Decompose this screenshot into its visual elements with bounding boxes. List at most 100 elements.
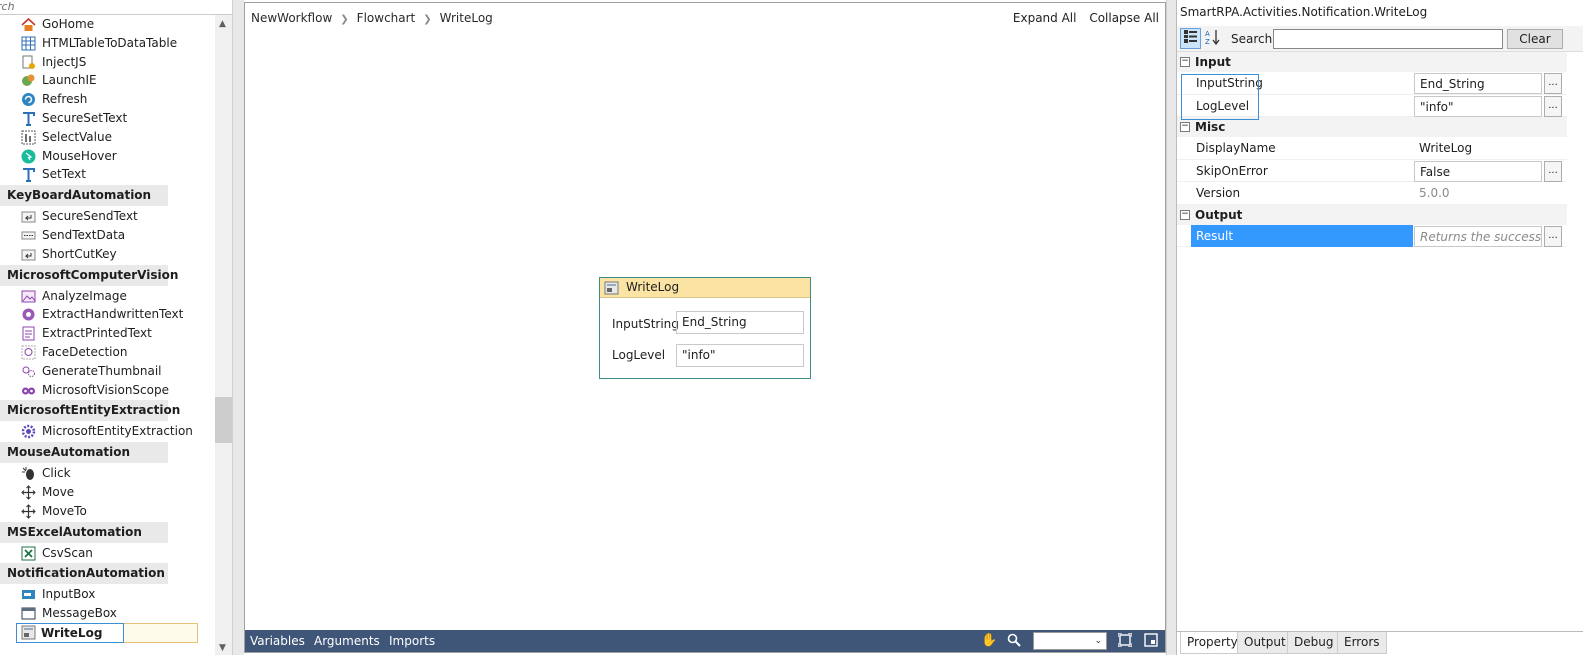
toolbox-item-gohome[interactable]: GoHome bbox=[0, 15, 215, 34]
toolbox-item-extracthandwrittentext[interactable]: ExtractHandwrittenText bbox=[0, 305, 215, 324]
clear-button[interactable]: Clear bbox=[1507, 29, 1563, 49]
collapse-toggle-icon[interactable]: − bbox=[1180, 57, 1190, 67]
toolbox-item-mousehover[interactable]: MouseHover bbox=[0, 147, 215, 166]
property-row-inputstring[interactable]: InputString End_String... bbox=[1177, 72, 1567, 95]
tab-property[interactable]: Property bbox=[1180, 632, 1245, 654]
property-name[interactable]: DisplayName bbox=[1191, 137, 1413, 160]
hover-pointer-icon bbox=[21, 149, 36, 164]
toolbox-category-mouseautomation[interactable]: MouseAutomation bbox=[0, 442, 168, 464]
toolbox-item-htmltabletodatatable[interactable]: HTMLTableToDataTable bbox=[0, 34, 215, 53]
toolbox-category-notificationautomation[interactable]: NotificationAutomation bbox=[0, 563, 168, 585]
toolbox-item-selectvalue[interactable]: SelectValue bbox=[0, 128, 215, 147]
toolbox-category-microsoftcomputervision[interactable]: MicrosoftComputerVision bbox=[0, 264, 178, 286]
scrollbar-thumb[interactable] bbox=[215, 397, 232, 443]
toolbox-item-microsoftentityextraction[interactable]: MicrosoftEntityExtraction bbox=[0, 422, 215, 441]
toolbox-item-label: SendTextData bbox=[42, 227, 126, 242]
toolbox-item-extractprintedtext[interactable]: ExtractPrintedText bbox=[0, 324, 215, 343]
scroll-down-arrow-icon[interactable]: ▼ bbox=[219, 643, 226, 653]
toolbox-item-move[interactable]: Move bbox=[0, 483, 215, 502]
toolbox-item-label: MouseHover bbox=[42, 148, 117, 163]
breadcrumb-item[interactable]: WriteLog bbox=[440, 11, 493, 25]
property-value-displayname[interactable]: WriteLog bbox=[1414, 138, 1542, 159]
toolbox-category-microsoftentityextraction[interactable]: MicrosoftEntityExtraction bbox=[0, 400, 180, 422]
toolbox-item-click[interactable]: Click bbox=[0, 464, 215, 483]
toolbox-item-label: Refresh bbox=[42, 92, 88, 107]
toolbox-category-keyboardautomation[interactable]: KeyBoardAutomation bbox=[0, 185, 168, 207]
property-name[interactable]: Version bbox=[1191, 182, 1413, 205]
toolbox-item-injectjs[interactable]: InjectJS bbox=[0, 53, 215, 72]
toolbox-item-securesettext[interactable]: SecureSetText bbox=[0, 109, 215, 128]
property-row-skiponerror[interactable]: SkipOnError False... bbox=[1177, 160, 1567, 183]
property-row-result[interactable]: ResultReturns the success sta... bbox=[1177, 224, 1567, 247]
toolbox-item-inputbox[interactable]: InputBox bbox=[0, 585, 215, 604]
variables-tab[interactable]: Variables bbox=[250, 634, 305, 648]
imports-tab[interactable]: Imports bbox=[389, 634, 435, 648]
toolbox-scrollbar[interactable]: ▲ ▼ bbox=[215, 15, 232, 655]
property-row-version[interactable]: Version 5.0.0 bbox=[1177, 182, 1567, 205]
collapse-all-link[interactable]: Collapse All bbox=[1089, 11, 1159, 25]
right-splitter[interactable] bbox=[1166, 0, 1176, 655]
property-row-displayname[interactable]: DisplayName WriteLog bbox=[1177, 137, 1567, 160]
toolbox-item-messagebox[interactable]: MessageBox bbox=[0, 604, 215, 623]
tab-errors[interactable]: Errors bbox=[1337, 632, 1387, 654]
property-value-skiponerror[interactable]: False bbox=[1414, 160, 1542, 182]
toolbox-item-csvscan[interactable]: CsvScan bbox=[0, 544, 215, 563]
expand-all-link[interactable]: Expand All bbox=[1013, 11, 1077, 25]
zoom-magnifier-icon[interactable] bbox=[1006, 633, 1022, 649]
toolbox-search-input[interactable]: rch bbox=[0, 0, 232, 15]
property-value-loglevel[interactable]: "info" bbox=[1414, 95, 1542, 117]
property-search-input[interactable] bbox=[1273, 29, 1503, 49]
breadcrumb-item[interactable]: Flowchart bbox=[357, 11, 416, 25]
property-name[interactable]: Result bbox=[1191, 224, 1413, 247]
breadcrumb-item[interactable]: NewWorkflow bbox=[251, 11, 332, 25]
scroll-up-arrow-icon[interactable]: ▲ bbox=[219, 19, 226, 29]
arguments-tab[interactable]: Arguments bbox=[314, 634, 380, 648]
overview-map-icon[interactable] bbox=[1143, 633, 1159, 649]
pan-hand-icon[interactable]: ✋ bbox=[981, 633, 997, 649]
property-name[interactable]: LogLevel bbox=[1191, 95, 1413, 118]
toolbox-item-facedetection[interactable]: FaceDetection bbox=[0, 343, 215, 362]
toolbox-category-msexcelautomation[interactable]: MSExcelAutomation bbox=[0, 521, 168, 543]
property-value-result[interactable]: Returns the success sta bbox=[1414, 225, 1542, 247]
ellipsis-button[interactable]: ... bbox=[1544, 225, 1562, 247]
toolbox-item-moveto[interactable]: MoveTo bbox=[0, 502, 215, 521]
property-grid: − Input InputString End_String... LogLevel "i… bbox=[1177, 52, 1567, 247]
toolbox-item-launchie[interactable]: LaunchIE bbox=[0, 71, 215, 90]
toolbox-item-label: MoveTo bbox=[42, 503, 87, 518]
tab-output[interactable]: Output bbox=[1237, 632, 1293, 654]
toolbox-item-microsoftvisionscope[interactable]: MicrosoftVisionScope bbox=[0, 381, 215, 400]
toolbox-item-sendtextdata[interactable]: SendTextData bbox=[0, 226, 215, 245]
collapse-toggle-icon[interactable]: − bbox=[1180, 209, 1190, 220]
property-name[interactable]: SkipOnError bbox=[1191, 160, 1413, 183]
property-value-inputstring[interactable]: End_String bbox=[1414, 73, 1542, 94]
tab-debug[interactable]: Debug bbox=[1287, 632, 1341, 654]
fit-to-screen-icon[interactable] bbox=[1117, 632, 1133, 649]
loglevel-field[interactable]: "info" bbox=[676, 344, 804, 367]
categorized-view-icon[interactable] bbox=[1180, 28, 1201, 49]
property-category-misc[interactable]: − Misc bbox=[1177, 117, 1567, 137]
toolbox-item-analyzeimage[interactable]: AnalyzeImage bbox=[0, 287, 215, 306]
toolbox-item-label: GenerateThumbnail bbox=[42, 363, 162, 378]
alphabetical-sort-icon[interactable]: AZ bbox=[1202, 28, 1223, 49]
toolbox-item-shortcutkey[interactable]: ShortCutKey bbox=[0, 245, 215, 264]
property-category-output[interactable]: − Output bbox=[1177, 204, 1567, 225]
inputstring-field[interactable]: End_String bbox=[676, 311, 804, 334]
toolbox-item-refresh[interactable]: Refresh bbox=[0, 90, 215, 109]
toolbox-item-writelog[interactable]: WriteLog bbox=[0, 622, 215, 643]
property-name[interactable]: InputString bbox=[1191, 72, 1413, 95]
property-row-loglevel[interactable]: LogLevel "info"... bbox=[1177, 95, 1567, 118]
writelog-activity-card[interactable]: WriteLog InputString End_String LogLevel… bbox=[599, 277, 811, 379]
toolbox-item-settext[interactable]: SetText bbox=[0, 165, 215, 184]
toolbox-item-securesendtext[interactable]: SecureSendText bbox=[0, 207, 215, 226]
ellipsis-button[interactable]: ... bbox=[1544, 95, 1562, 117]
ellipsis-button[interactable]: ... bbox=[1544, 160, 1562, 182]
property-category-input[interactable]: − Input bbox=[1177, 52, 1567, 72]
activity-header[interactable]: WriteLog bbox=[600, 278, 810, 298]
collapse-toggle-icon[interactable]: − bbox=[1180, 122, 1190, 132]
property-scrollbar[interactable] bbox=[1567, 52, 1583, 626]
ellipsis-button[interactable]: ... bbox=[1544, 73, 1562, 94]
document-text-icon bbox=[21, 326, 36, 341]
left-splitter[interactable] bbox=[232, 0, 244, 655]
toolbox-item-generatethumbnail[interactable]: GenerateThumbnail bbox=[0, 362, 215, 381]
zoom-level-dropdown[interactable]: ⌄ bbox=[1033, 632, 1107, 650]
